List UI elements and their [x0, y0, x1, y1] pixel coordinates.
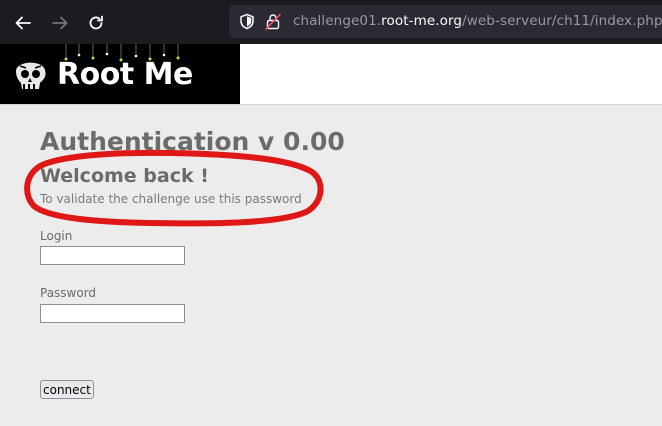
connect-button[interactable]: connect [40, 380, 94, 399]
reload-button[interactable] [83, 10, 109, 36]
url-bar[interactable]: challenge01.root-me.org/web-serveur/ch11… [229, 5, 662, 38]
url-text[interactable]: challenge01.root-me.org/web-serveur/ch11… [293, 13, 662, 29]
url-domain: root-me.org [381, 13, 463, 29]
back-button[interactable] [10, 10, 36, 36]
page-title: Authentication v 0.00 [40, 127, 345, 156]
site-header: Root Me [0, 44, 662, 105]
shield-icon[interactable] [239, 13, 255, 30]
url-subdomain: challenge01. [293, 13, 382, 29]
reload-icon [89, 15, 103, 30]
root-me-logo[interactable]: Root Me [0, 44, 240, 104]
arrow-left-icon [15, 16, 31, 30]
url-path: /web-serveur/ch11/index.php [462, 13, 662, 29]
forward-button[interactable] [47, 10, 73, 36]
password-field[interactable] [40, 304, 185, 323]
login-label: Login [40, 229, 73, 243]
password-hint: To validate the challenge use this passw… [40, 192, 302, 206]
password-label: Password [40, 286, 97, 300]
login-field[interactable] [40, 246, 185, 265]
arrow-right-icon [52, 16, 68, 30]
browser-toolbar: challenge01.root-me.org/web-serveur/ch11… [0, 0, 662, 44]
insecure-lock-icon[interactable] [265, 13, 281, 30]
welcome-heading: Welcome back ! [40, 165, 209, 187]
logo-text: Root Me [57, 57, 193, 92]
